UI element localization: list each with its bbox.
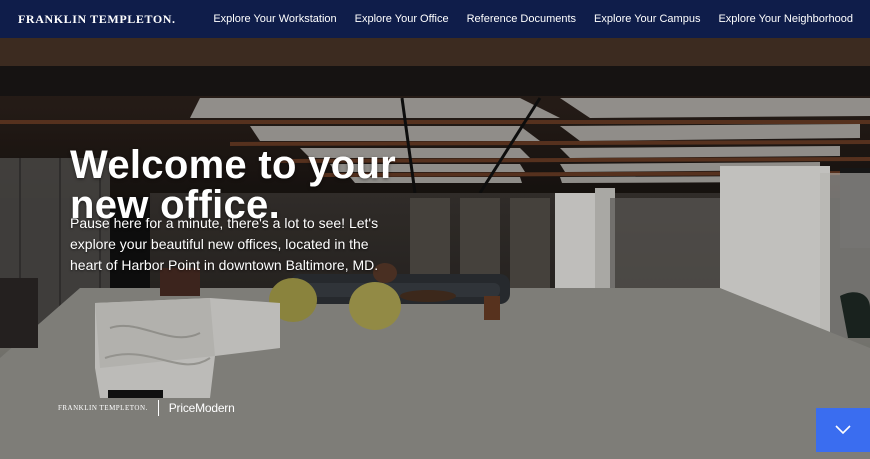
nav-explore-workstation[interactable]: Explore Your Workstation xyxy=(213,13,336,25)
nav-links: Explore Your Workstation Explore Your Of… xyxy=(213,0,870,38)
hero-title-line1: Welcome to your xyxy=(70,142,397,187)
nav-explore-office[interactable]: Explore Your Office xyxy=(355,13,449,25)
partner-logos: FRANKLIN TEMPLETON. PriceModern xyxy=(58,400,235,416)
nav-explore-campus[interactable]: Explore Your Campus xyxy=(594,13,700,25)
nav-reference-documents[interactable]: Reference Documents xyxy=(467,13,576,25)
top-navigation-bar: FRANKLIN TEMPLETON. Explore Your Worksta… xyxy=(0,0,870,38)
franklin-templeton-logo[interactable]: FRANKLIN TEMPLETON. xyxy=(18,12,176,27)
hero-intro-text: Pause here for a minute, there's a lot t… xyxy=(70,215,379,273)
chevron-down-icon xyxy=(835,425,851,435)
hero-section: Welcome to your new office. Pause here f… xyxy=(0,38,870,459)
franklin-templeton-footer-logo: FRANKLIN TEMPLETON. xyxy=(58,404,148,412)
logo-divider xyxy=(157,400,159,416)
pricemodern-logo: PriceModern xyxy=(168,401,235,415)
scroll-down-button[interactable] xyxy=(816,408,870,452)
nav-explore-neighborhood[interactable]: Explore Your Neighborhood xyxy=(718,13,853,25)
